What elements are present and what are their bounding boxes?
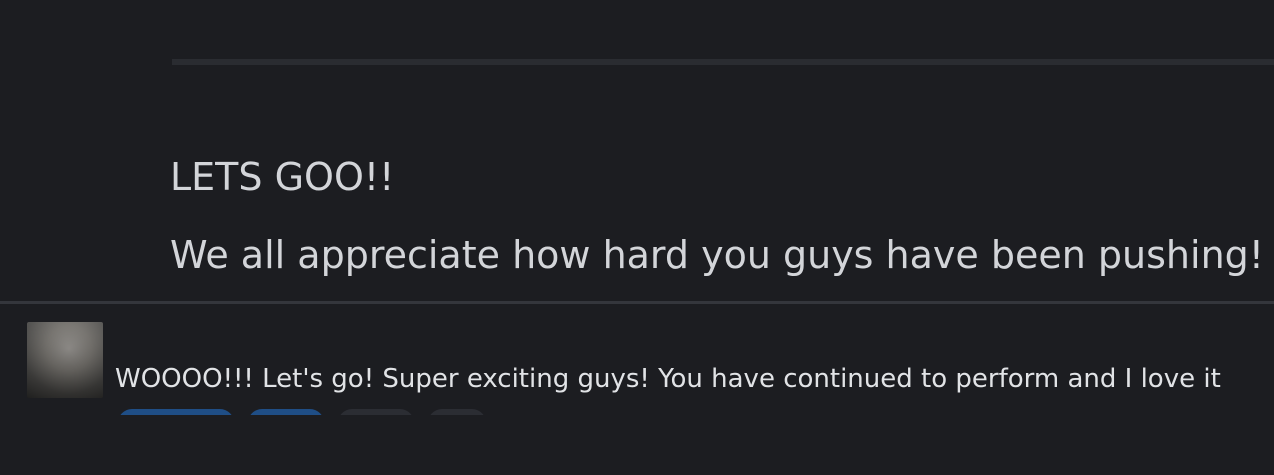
thread-divider [0, 301, 1274, 304]
chat-thread: LETS GOO!! We all appreciate how hard yo… [0, 0, 1274, 475]
reply-message-text: WOOOO!!! Let's go! Super exciting guys! … [115, 364, 1221, 394]
message-line-1: LETS GOO!! [170, 155, 395, 199]
message-divider-top [172, 59, 1274, 65]
message-line-2: We all appreciate how hard you guys have… [170, 233, 1265, 277]
user-avatar[interactable] [27, 322, 103, 398]
footer-space [0, 415, 1274, 475]
message-body: LETS GOO!! We all appreciate how hard yo… [170, 150, 1270, 274]
